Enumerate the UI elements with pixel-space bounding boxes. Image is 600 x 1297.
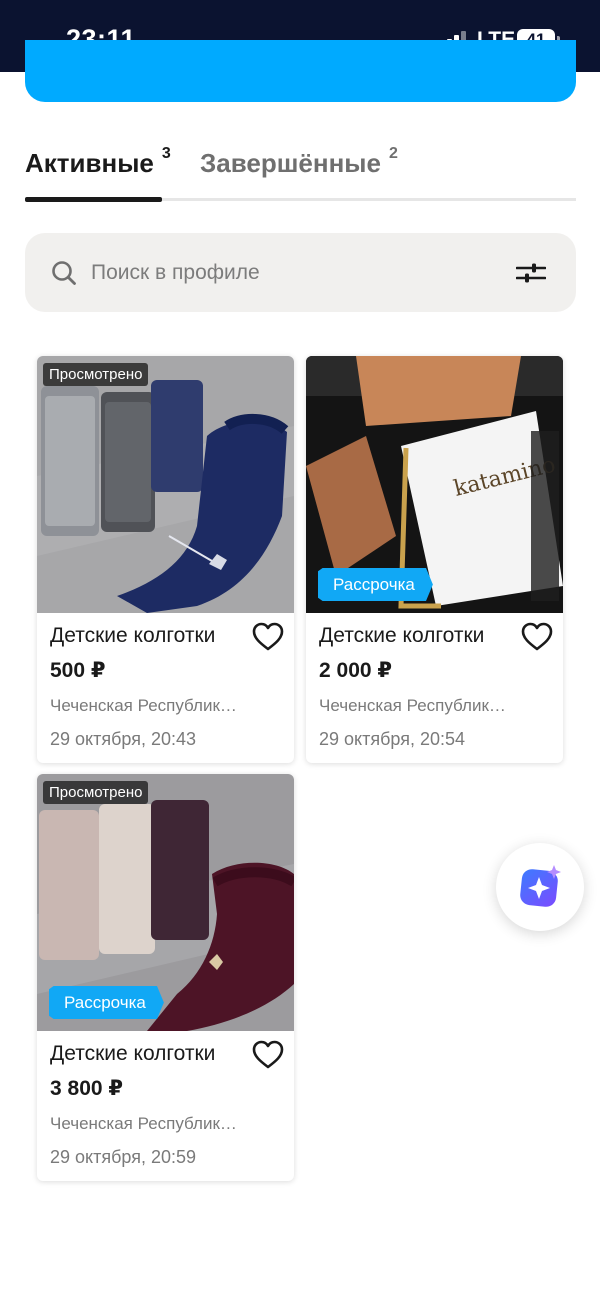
- heart-icon[interactable]: [521, 622, 553, 652]
- viewed-badge: Просмотрено: [43, 781, 149, 804]
- listing-card[interactable]: Просмотрено Детские колготки 500 ₽ Чечен…: [37, 356, 294, 763]
- tab-completed-label: Завершённые: [200, 148, 381, 178]
- listing-photo[interactable]: Просмотрено Рассрочка: [37, 774, 294, 1031]
- assistant-icon: [520, 865, 561, 907]
- assistant-button[interactable]: [496, 843, 584, 931]
- tab-completed[interactable]: Завершённые 2: [200, 145, 398, 179]
- photo-tights-navy-grey: [37, 356, 294, 613]
- heart-icon[interactable]: [252, 1040, 284, 1070]
- listing-photo[interactable]: katamino Рассрочка: [306, 356, 563, 613]
- search-icon: [52, 261, 76, 285]
- primary-action-button[interactable]: [25, 40, 576, 102]
- tab-completed-count: 2: [388, 145, 398, 163]
- listing-date: 29 октября, 20:54: [319, 729, 466, 749]
- tab-active-count: 3: [161, 145, 171, 163]
- listing-location: Чеченская Республик…: [50, 1114, 237, 1133]
- tab-active[interactable]: Активные 3: [25, 145, 171, 179]
- listing-title[interactable]: Детские колготки: [50, 1042, 215, 1066]
- listing-title[interactable]: Детские колготки: [319, 624, 484, 648]
- heart-icon[interactable]: [252, 622, 284, 652]
- listing-title[interactable]: Детские колготки: [50, 624, 215, 648]
- installment-badge: Рассрочка: [318, 568, 433, 601]
- listing-price: 2 000 ₽: [319, 659, 392, 682]
- viewed-badge: Просмотрено: [43, 363, 149, 386]
- listing-date: 29 октября, 20:43: [50, 729, 197, 749]
- tab-active-label: Активные: [25, 148, 154, 178]
- listing-price: 500 ₽: [50, 659, 106, 682]
- listing-photo[interactable]: Просмотрено: [37, 356, 294, 613]
- listing-location: Чеченская Республик…: [50, 696, 237, 715]
- tab-active-indicator: [25, 197, 162, 202]
- filter-icon[interactable]: [516, 260, 546, 286]
- listing-location: Чеченская Республик…: [319, 696, 506, 715]
- installment-badge: Рассрочка: [49, 986, 164, 1019]
- listing-date: 29 октября, 20:59: [50, 1147, 197, 1167]
- search-input[interactable]: [91, 233, 491, 312]
- search-bar: [25, 233, 576, 312]
- listing-card[interactable]: Просмотрено Рассрочка Детские колготки 3…: [37, 774, 294, 1181]
- listing-card[interactable]: katamino Рассрочка Детские колготки 2 00…: [306, 356, 563, 763]
- listing-price: 3 800 ₽: [50, 1077, 123, 1100]
